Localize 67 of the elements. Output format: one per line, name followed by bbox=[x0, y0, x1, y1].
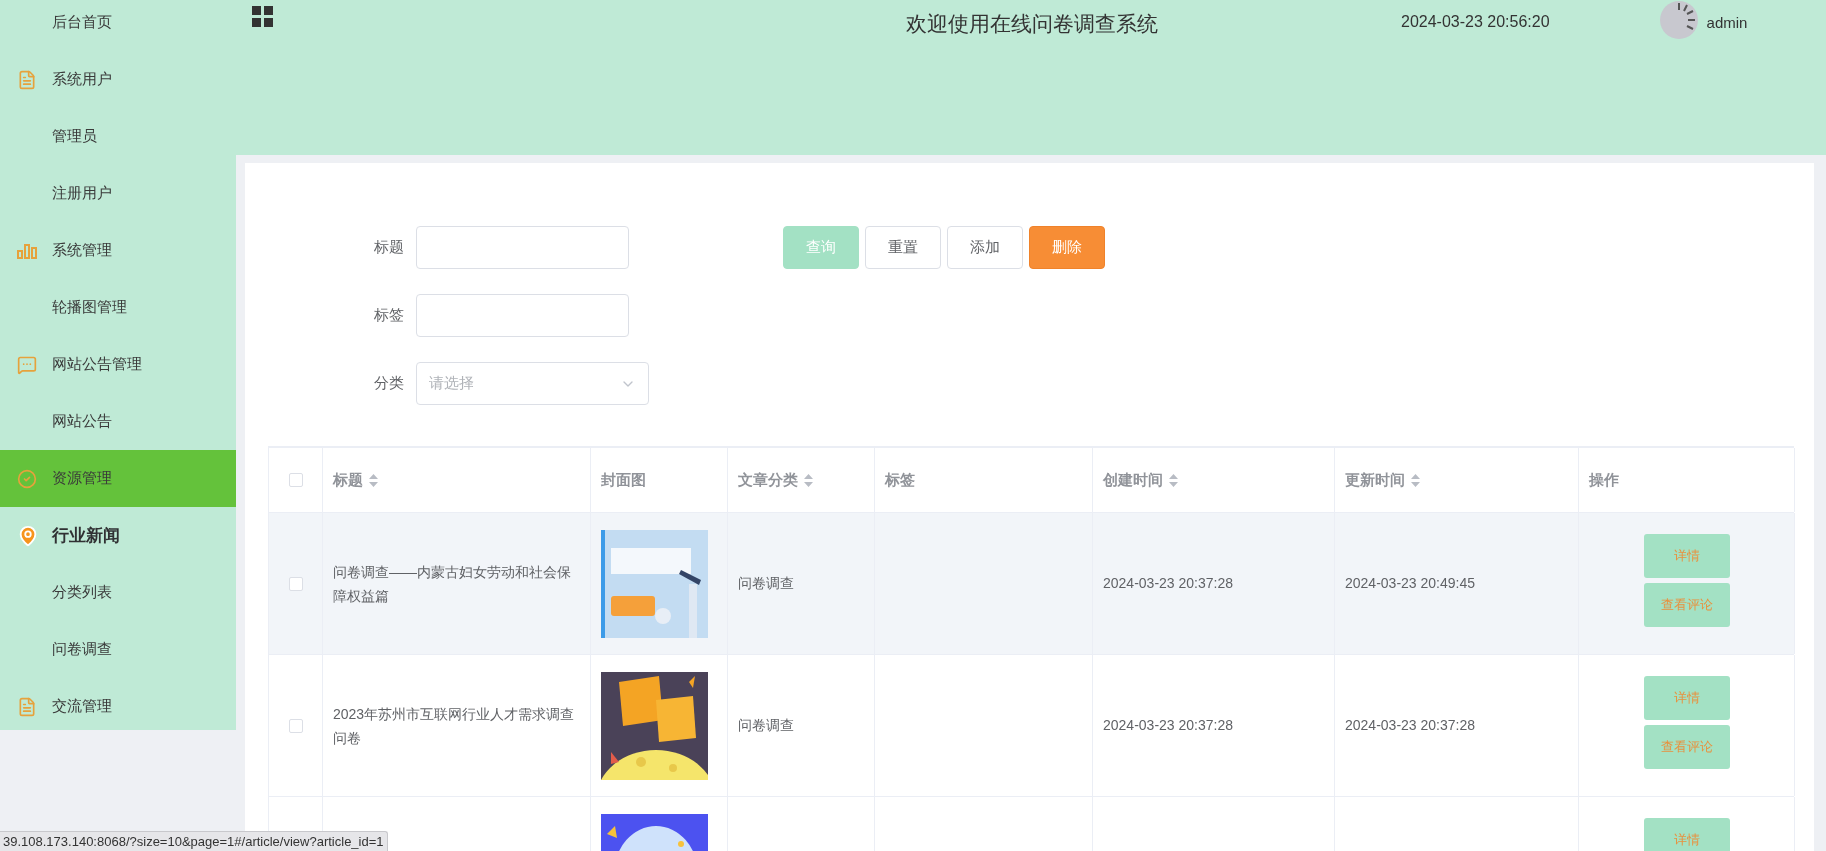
menu-item[interactable]: 注册用户 bbox=[0, 165, 236, 222]
menu-item[interactable]: 分类列表 bbox=[0, 564, 236, 621]
action-button[interactable]: 添加 bbox=[947, 226, 1023, 269]
menu-group[interactable]: 系统用户 bbox=[0, 51, 236, 108]
field-label: 标题 bbox=[373, 237, 405, 258]
menu-group[interactable]: 行业新闻 bbox=[0, 507, 236, 564]
table-cell-text: 2024-03-23 20:37:28 bbox=[1103, 716, 1233, 735]
document-icon bbox=[17, 69, 37, 90]
menu-group[interactable]: 系统管理 bbox=[0, 222, 236, 279]
menu-label: 问卷调查 bbox=[52, 639, 112, 660]
menu-label: 网站公告管理 bbox=[52, 354, 142, 375]
sort-icon[interactable] bbox=[1169, 473, 1178, 487]
avatar-icon[interactable] bbox=[1658, 0, 1699, 40]
action-button[interactable]: 重置 bbox=[865, 226, 941, 269]
document-icon bbox=[17, 696, 37, 717]
menu-label: 系统管理 bbox=[52, 240, 112, 261]
menu-item[interactable]: 网站公告 bbox=[0, 393, 236, 450]
menu-label: 轮播图管理 bbox=[52, 297, 127, 318]
menu-item[interactable]: 问卷调查 bbox=[0, 621, 236, 678]
datetime: 2024-03-23 20:56:20 bbox=[1401, 12, 1550, 32]
status-bar: 39.108.173.140:8068/?size=10&page=1#/article/view?article_id=1 bbox=[0, 831, 388, 851]
menu-item[interactable]: 管理员 bbox=[0, 108, 236, 165]
sort-icon[interactable] bbox=[1411, 473, 1420, 487]
menu-group[interactable]: 网站公告管理 bbox=[0, 336, 236, 393]
menu-label: 系统用户 bbox=[52, 69, 112, 90]
menu-item[interactable]: 后台首页 bbox=[0, 0, 236, 51]
sort-icon[interactable] bbox=[804, 473, 813, 487]
menu-group[interactable]: 交流管理 bbox=[0, 678, 236, 730]
table-cell-text: 2024-03-23 20:37:28 bbox=[1345, 716, 1475, 735]
menu-label: 网站公告 bbox=[52, 411, 112, 432]
table-cell-text: 问卷调查——内蒙古妇女劳动和社会保障权益篇 bbox=[333, 562, 572, 606]
column-header: 标签 bbox=[885, 469, 915, 490]
username[interactable]: admin bbox=[1706, 12, 1748, 35]
input-field[interactable] bbox=[416, 294, 629, 337]
column-header: 文章分类 bbox=[738, 469, 798, 490]
chat-icon bbox=[17, 354, 37, 375]
menu-label: 后台首页 bbox=[52, 12, 112, 33]
table-cell-text: 2024-03-23 20:37:28 bbox=[1103, 574, 1233, 593]
field-label: 标签 bbox=[373, 305, 405, 326]
menu-group[interactable]: 资源管理 bbox=[0, 450, 236, 507]
column-header: 封面图 bbox=[601, 469, 646, 490]
table-cell-text: 问卷调查 bbox=[738, 574, 794, 593]
table-cell-text: 问卷调查 bbox=[738, 716, 794, 735]
checkbox[interactable] bbox=[288, 576, 303, 591]
column-header: 操作 bbox=[1589, 469, 1619, 490]
input-field[interactable] bbox=[416, 226, 629, 269]
menu-label: 交流管理 bbox=[52, 696, 112, 717]
menu-label: 分类列表 bbox=[52, 582, 112, 603]
grid-menu-icon[interactable] bbox=[252, 6, 274, 28]
menu-label: 资源管理 bbox=[52, 468, 112, 489]
checkbox[interactable] bbox=[288, 473, 303, 487]
table-cell-text: 2023年苏州市互联网行业人才需求调查问卷 bbox=[333, 704, 576, 748]
menu-item[interactable]: 轮播图管理 bbox=[0, 279, 236, 336]
sort-icon[interactable] bbox=[369, 473, 378, 487]
field-label: 分类 bbox=[373, 373, 405, 394]
column-header: 标题 bbox=[333, 469, 363, 490]
menu-label: 管理员 bbox=[52, 126, 97, 147]
table-cell-text: 2024-03-23 20:49:45 bbox=[1345, 574, 1475, 593]
bar-chart-icon bbox=[17, 242, 37, 259]
map-pin-icon bbox=[17, 524, 39, 547]
checkbox[interactable] bbox=[288, 718, 303, 733]
menu-label: 行业新闻 bbox=[52, 524, 120, 547]
page-title: 欢迎使用在线问卷调查系统 bbox=[906, 11, 1158, 37]
check-circle-icon bbox=[17, 468, 37, 489]
column-header: 创建时间 bbox=[1103, 469, 1163, 490]
menu-label: 注册用户 bbox=[52, 183, 112, 204]
column-header: 更新时间 bbox=[1345, 469, 1405, 490]
